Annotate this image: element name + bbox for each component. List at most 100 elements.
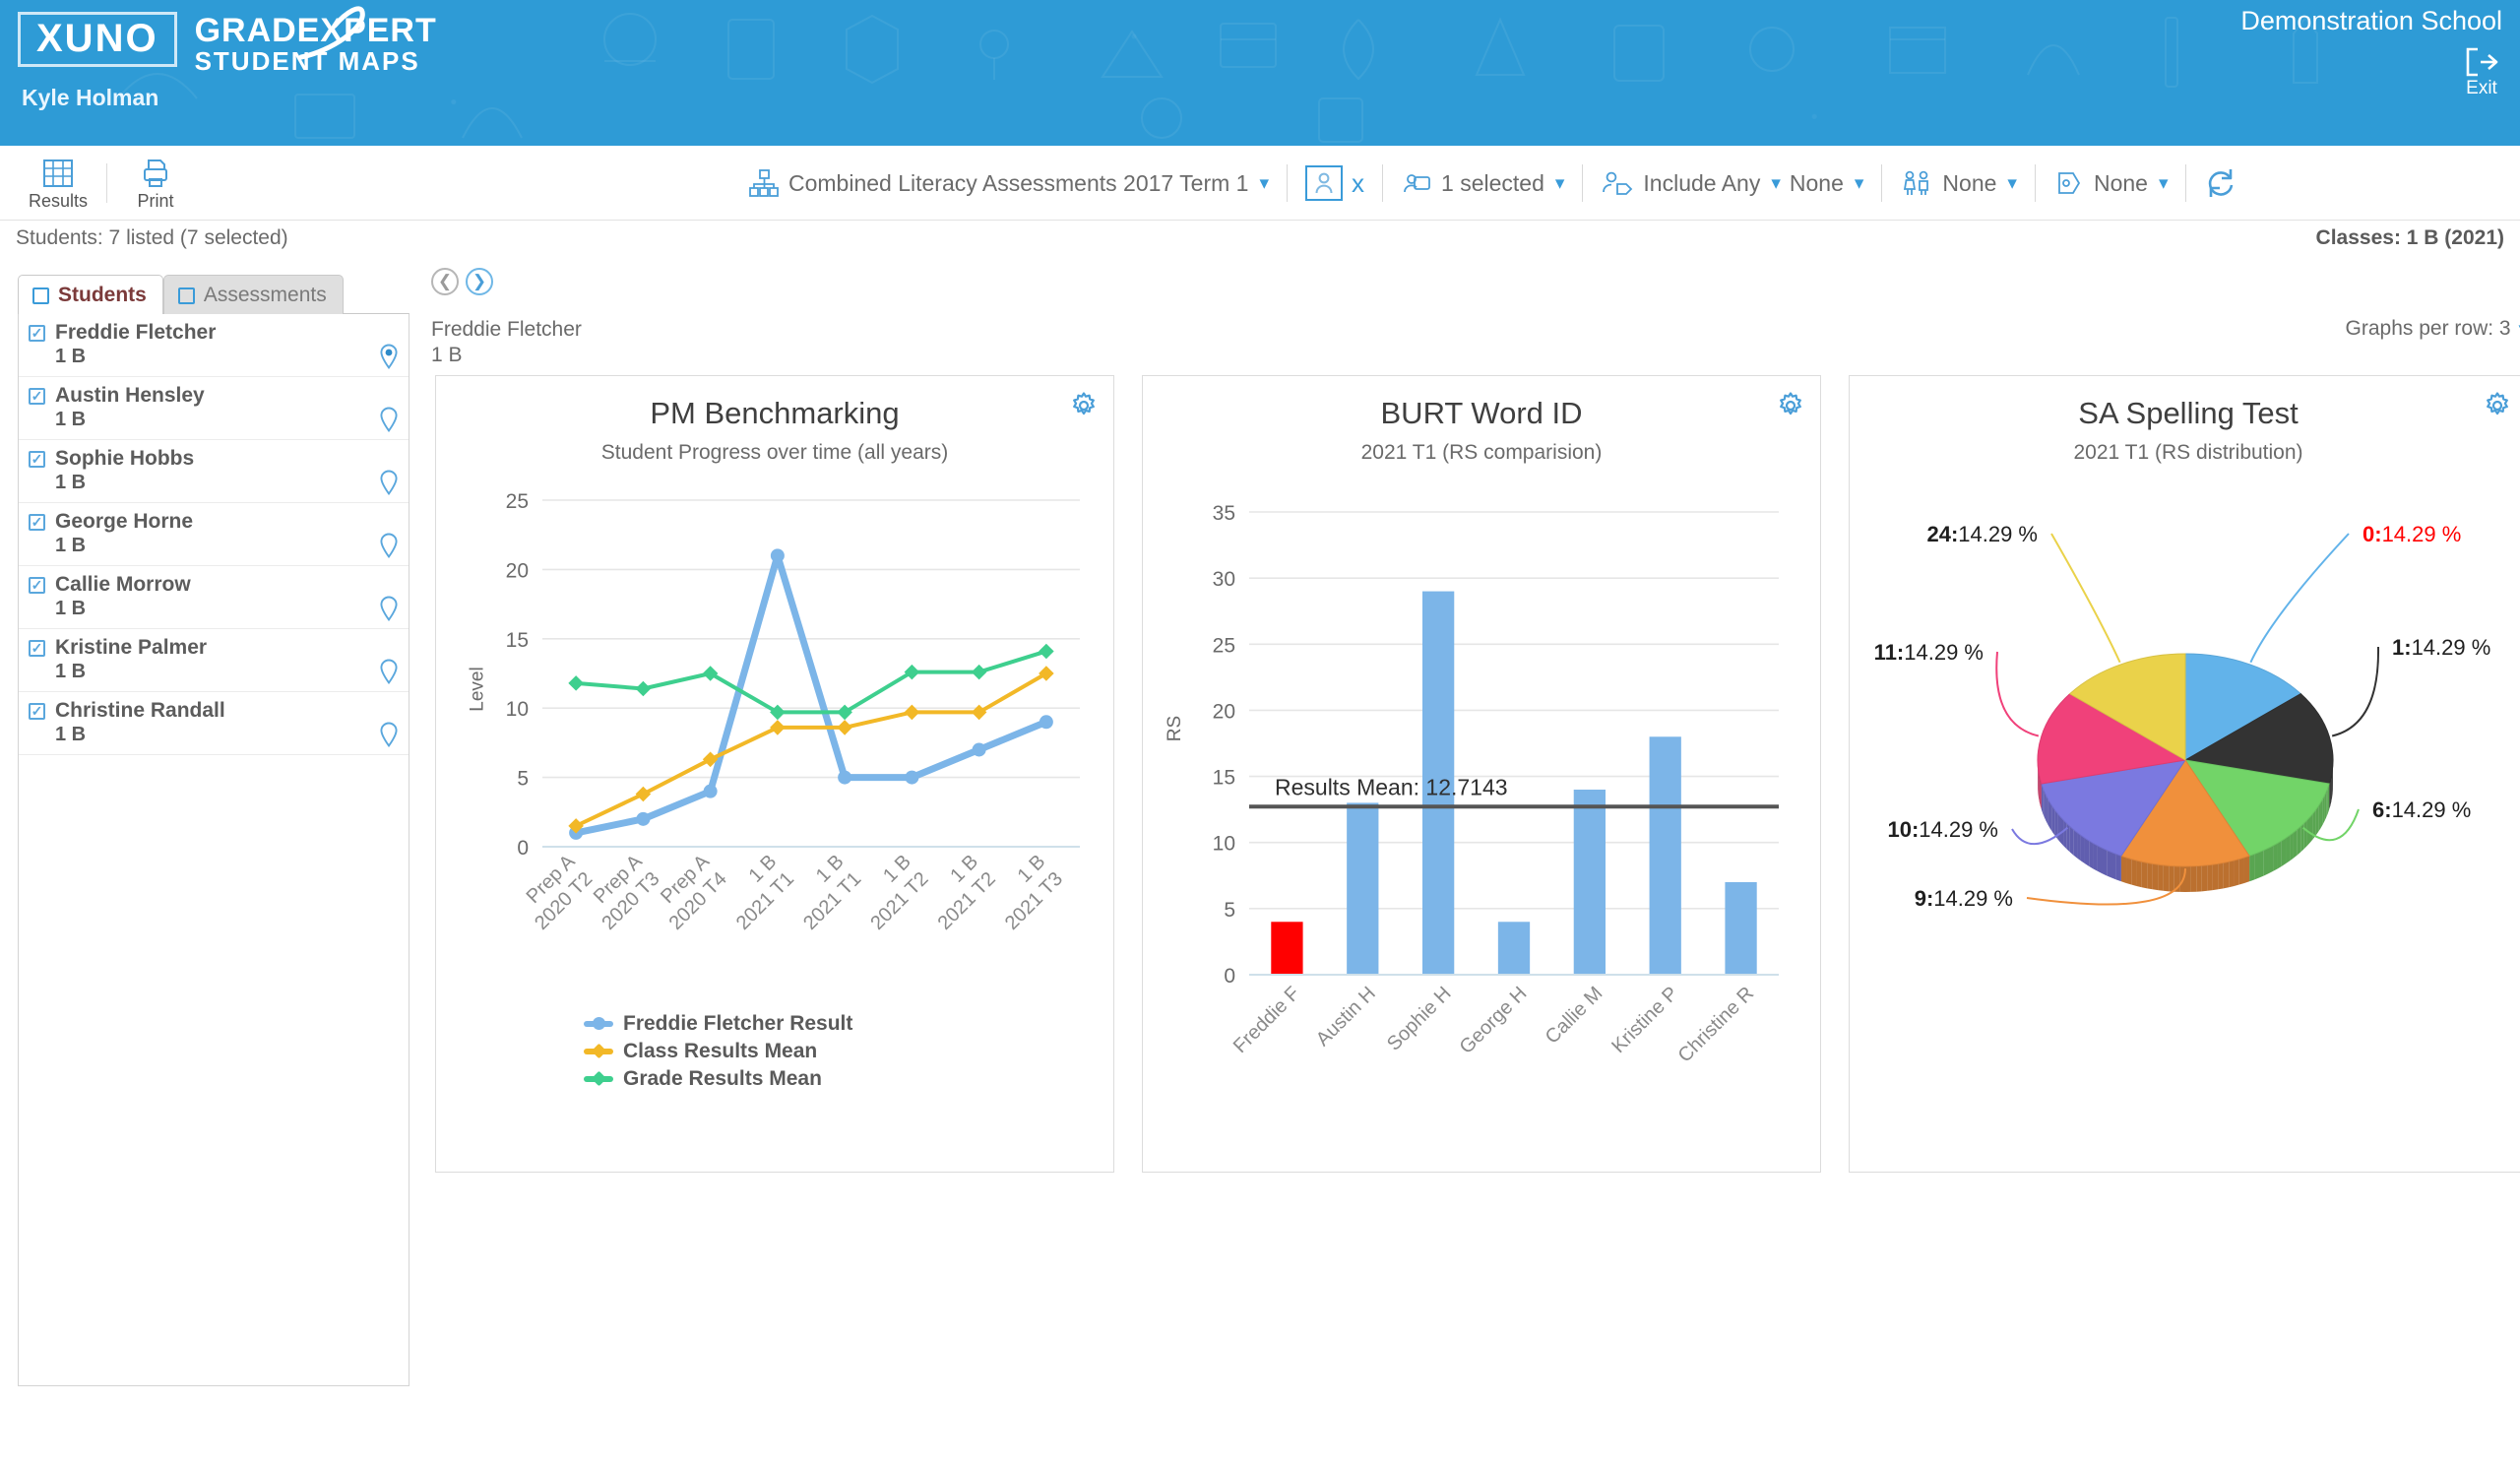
graphs-per-row-label: Graphs per row: xyxy=(2345,317,2494,340)
gender-icon xyxy=(1904,170,1929,195)
pie-slice-side xyxy=(2218,861,2224,889)
map-pin-icon[interactable] xyxy=(379,596,399,621)
map-pin-icon[interactable] xyxy=(379,344,399,369)
refresh-button[interactable] xyxy=(2204,167,2237,199)
brand-grade: GRADE xyxy=(194,12,321,49)
toolbar-divider xyxy=(2034,164,2036,202)
student-checkbox[interactable]: ✓ xyxy=(29,324,45,342)
next-student-button[interactable]: ❯ xyxy=(466,268,493,295)
map-pin-icon[interactable] xyxy=(379,722,399,747)
pie-slice-side xyxy=(2277,840,2282,868)
pie-slice-side xyxy=(2207,863,2213,891)
student-checkbox[interactable]: ✓ xyxy=(29,513,45,531)
y-axis-tick: 0 xyxy=(1224,965,1235,988)
toolbar-divider xyxy=(1582,164,1584,202)
student-list[interactable]: ✓ Freddie Fletcher 1 B ✓ Austin Hensley 1 B ✓ S… xyxy=(18,313,410,1386)
include-value-label: None xyxy=(1789,169,1844,196)
graphs-per-row-selector[interactable]: Graphs per row: 3 ▾ xyxy=(2346,317,2520,341)
include-filter[interactable]: Include Any ▾ None ▾ xyxy=(1601,168,1863,198)
student-list-item[interactable]: ✓ Kristine Palmer 1 B xyxy=(19,629,409,692)
print-icon xyxy=(144,159,167,187)
student-checkbox[interactable]: ✓ xyxy=(29,576,45,594)
student-list-item[interactable]: ✓ George Horne 1 B xyxy=(19,503,409,566)
y-axis-label: RS xyxy=(1165,715,1186,741)
map-pin-icon[interactable] xyxy=(379,533,399,558)
include-any-label: Include Any xyxy=(1643,169,1761,196)
pie-slice-side xyxy=(2046,795,2048,824)
pie-slice-side xyxy=(2229,860,2235,887)
sub-header: Students: 7 listed (7 selected) Classes:… xyxy=(0,221,2520,256)
graph-card-pm-benchmarking: PM Benchmarking Student Progress over ti… xyxy=(435,374,1114,1173)
current-student-class: 1 B xyxy=(431,344,463,367)
bar-chart-plot: RS 0 5 10 15 20 25 30 35 Results Mean: 12.7143 Fr… xyxy=(1159,482,1804,1113)
classes-label: Classes: 1 B (2021) xyxy=(2315,226,2504,249)
pie-slice-side xyxy=(2084,837,2090,866)
prev-student-button[interactable]: ❮ xyxy=(431,268,459,295)
pie-slice-side xyxy=(2048,797,2050,828)
pie-slice-side xyxy=(2249,853,2255,881)
student-filter[interactable]: x xyxy=(1305,165,1364,201)
results-button[interactable]: Results xyxy=(16,154,100,212)
pie-label: 6:14.29 % xyxy=(2372,797,2471,822)
graph-settings-button[interactable] xyxy=(1777,391,1804,424)
y-axis-tick: 5 xyxy=(1224,898,1235,921)
pie-slice-side xyxy=(2073,828,2078,858)
student-class: 1 B xyxy=(55,409,87,430)
xuno-logo: XUNO xyxy=(18,12,177,67)
exit-button[interactable]: Exit xyxy=(2465,47,2498,99)
student-list-item[interactable]: ✓ Freddie Fletcher 1 B xyxy=(19,314,409,377)
student-nav: ❮ ❯ xyxy=(431,266,493,295)
map-pin-icon[interactable] xyxy=(379,407,399,432)
pie-slice-side xyxy=(2163,864,2170,891)
student-checkbox[interactable]: ✓ xyxy=(29,702,45,720)
pie-slice-side xyxy=(2152,862,2159,890)
data-point xyxy=(838,770,852,785)
student-checkbox[interactable]: ✓ xyxy=(29,387,45,405)
card-subtitle: Student Progress over time (all years) xyxy=(600,440,949,464)
pie-slice-side xyxy=(2136,860,2142,887)
tab-students[interactable]: Students xyxy=(18,275,163,314)
legend-swatch xyxy=(584,1075,613,1082)
student-list-item[interactable]: ✓ Callie Morrow 1 B xyxy=(19,566,409,629)
pie-slice-side xyxy=(2102,847,2108,875)
graph-settings-button[interactable] xyxy=(1070,391,1098,424)
legend-label: Freddie Fletcher Result xyxy=(623,1011,853,1035)
y-axis-tick: 30 xyxy=(1213,568,1235,591)
student-list-item[interactable]: ✓ Christine Randall 1 B xyxy=(19,692,409,755)
assessment-set-selector[interactable]: Combined Literacy Assessments 2017 Term … xyxy=(748,168,1269,198)
gear-icon xyxy=(1073,391,1095,415)
data-point xyxy=(905,770,919,785)
hierarchy-icon xyxy=(749,169,779,197)
bar xyxy=(1649,735,1681,975)
student-list-item[interactable]: ✓ Sophie Hobbs 1 B xyxy=(19,440,409,503)
student-class: 1 B xyxy=(55,472,87,493)
gear-icon xyxy=(2487,391,2508,415)
bar-chart-svg: 0 5 10 15 20 25 30 35 Results Mean: 12.7143 Fredd… xyxy=(1213,502,1779,1066)
chevron-down-icon: ▾ xyxy=(1259,172,1270,194)
svg-text:24:14.29 %: 24:14.29 % xyxy=(1926,522,2038,546)
map-pin-icon[interactable] xyxy=(379,470,399,495)
graph-card-burt-word-id: BURT Word ID 2021 T1 (RS comparision) RS… xyxy=(1142,374,1821,1173)
student-list-item[interactable]: ✓ Austin Hensley 1 B xyxy=(19,377,409,440)
data-point xyxy=(770,547,785,562)
chevron-down-icon: ▾ xyxy=(2007,172,2017,194)
pie-slice-side xyxy=(2147,861,2153,889)
student-class: 1 B xyxy=(55,535,87,556)
graph-selection-dropdown[interactable]: 1 selected ▾ xyxy=(1401,168,1564,198)
current-student-block: Freddie Fletcher 1 B xyxy=(431,317,2520,369)
print-button[interactable]: Print xyxy=(113,154,198,212)
clear-student-button[interactable]: x xyxy=(1352,170,1364,196)
map-pin-icon[interactable] xyxy=(379,659,399,684)
svg-text:1:14.29 %: 1:14.29 % xyxy=(2392,635,2490,660)
tab-assessments[interactable]: Assessments xyxy=(162,275,344,314)
graph-settings-button[interactable] xyxy=(2484,391,2511,424)
pie-leader-line xyxy=(2050,533,2121,663)
toolbar-divider xyxy=(1881,164,1883,202)
pie-slice-side xyxy=(2107,849,2111,878)
pie-slice-side xyxy=(2238,857,2244,885)
pie-slice-side xyxy=(2223,861,2230,888)
student-checkbox[interactable]: ✓ xyxy=(29,639,45,657)
flag-filter[interactable]: None ▾ xyxy=(2053,168,2168,198)
student-checkbox[interactable]: ✓ xyxy=(29,450,45,468)
gender-filter[interactable]: None ▾ xyxy=(1900,168,2017,198)
